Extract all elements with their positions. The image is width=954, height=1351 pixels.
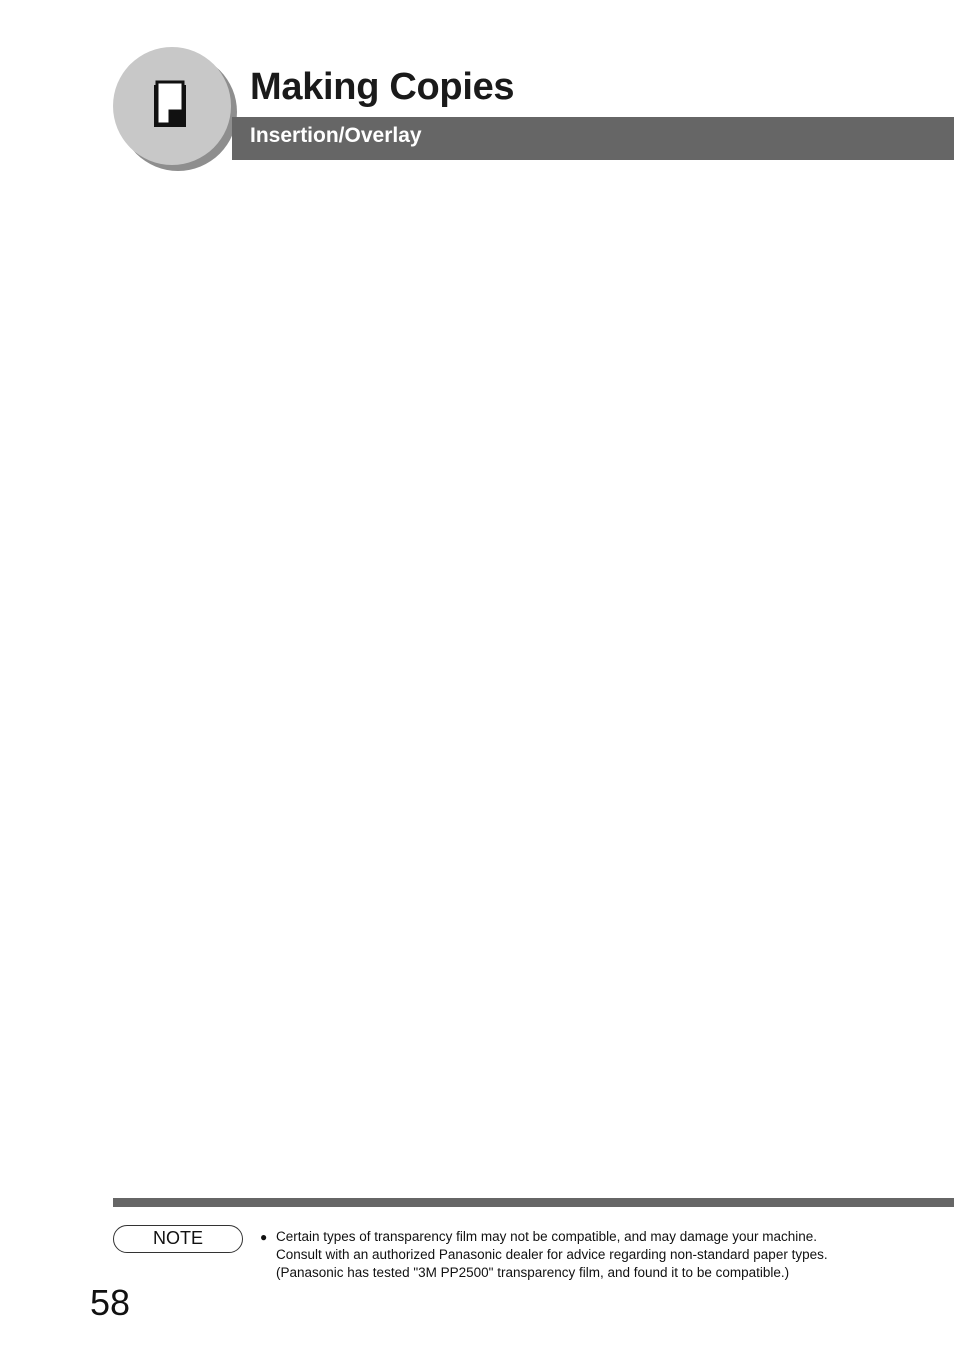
footer-divider	[113, 1198, 954, 1207]
note-line: Consult with an authorized Panasonic dea…	[276, 1247, 828, 1262]
document-page-icon	[154, 80, 186, 127]
bullet-icon: ●	[260, 1230, 268, 1244]
note-line: Certain types of transparency film may n…	[276, 1229, 818, 1244]
page-number: 58	[90, 1282, 131, 1323]
note-text: ● Certain types of transparency film may…	[260, 1228, 828, 1282]
note-label: NOTE	[113, 1225, 243, 1253]
page-title: Making Copies	[250, 66, 515, 108]
page-subtitle: Insertion/Overlay	[250, 124, 422, 147]
note-line: (Panasonic has tested "3M PP2500" transp…	[276, 1265, 790, 1280]
chapter-badge	[113, 47, 231, 165]
